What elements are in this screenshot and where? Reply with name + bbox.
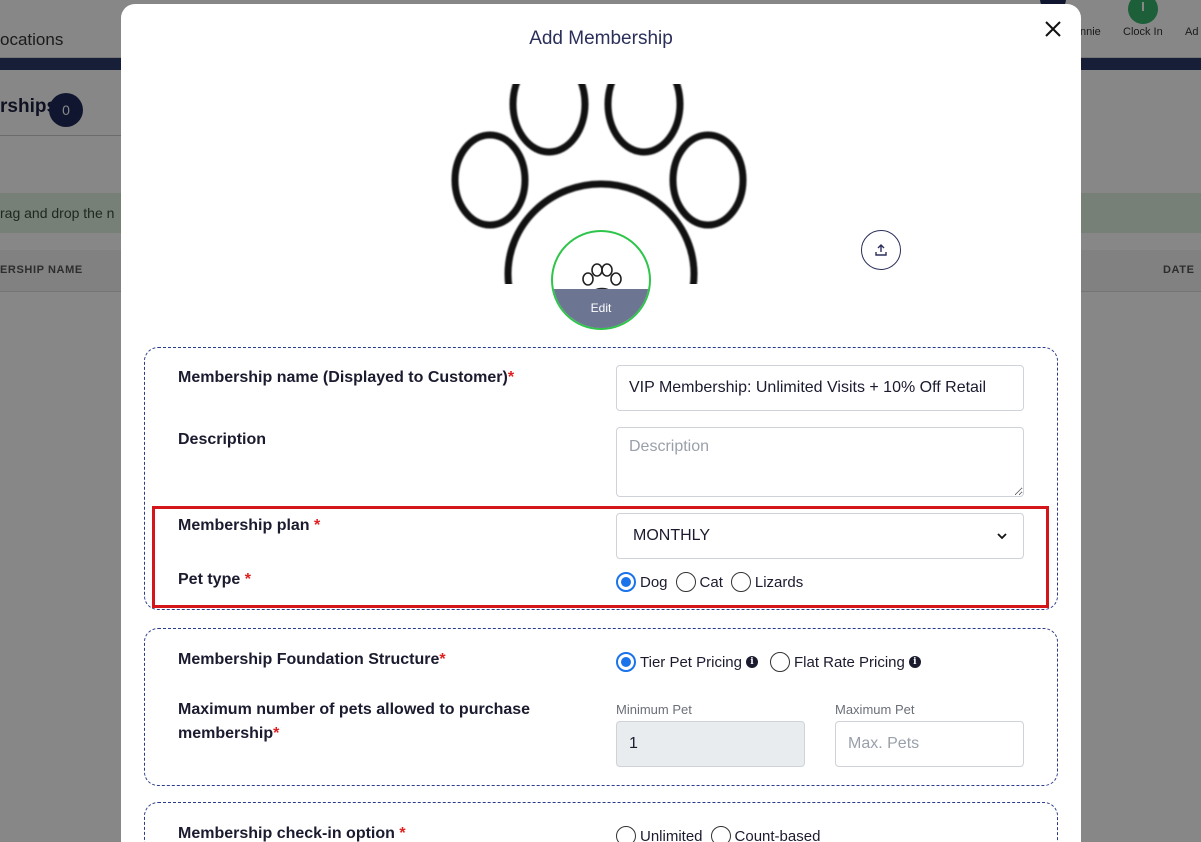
checkin-radio-group: Unlimited Count-based [616,826,828,842]
avatar-edit-label[interactable]: Edit [553,289,649,328]
minimum-pet-label: Minimum Pet [616,702,692,717]
membership-name-input[interactable] [616,365,1024,411]
description-label: Description [178,431,267,448]
info-icon[interactable]: i [745,656,758,668]
checkin-count-based-label[interactable]: Count-based [735,828,821,842]
required-mark: * [273,725,280,742]
checkin-count-based-radio[interactable] [710,826,731,842]
tier-pet-pricing-label[interactable]: Tier Pet Pricing [640,654,742,671]
membership-name-label: Membership name (Displayed to Customer)* [178,369,515,386]
flat-rate-pricing-radio[interactable] [769,652,790,672]
required-mark: * [507,369,515,386]
close-icon[interactable] [1041,17,1065,41]
tier-pet-pricing-radio[interactable] [616,652,636,672]
maximum-pet-input[interactable] [835,721,1024,767]
foundation-radio-group: Tier Pet Pricing i Flat Rate Pricing i [616,652,933,672]
modal-title: Add Membership [529,28,673,49]
required-mark: * [439,651,446,668]
foundation-structure-label: Membership Foundation Structure* [178,651,446,668]
info-icon[interactable]: i [908,656,921,668]
upload-image-button[interactable] [861,230,901,270]
flat-rate-pricing-label[interactable]: Flat Rate Pricing [794,654,905,671]
checkin-unlimited-radio[interactable] [616,826,636,842]
add-membership-modal: Add Membership Edit Membership name (Dis… [121,4,1081,842]
description-textarea[interactable] [616,427,1024,497]
checkin-unlimited-label[interactable]: Unlimited [640,828,703,842]
avatar-edit-button[interactable]: Edit [551,230,651,330]
max-pets-label: Maximum number of pets allowed to purcha… [178,701,531,742]
upload-icon [875,244,887,256]
minimum-pet-input[interactable] [616,721,805,767]
required-mark: * [399,825,406,842]
highlight-box [152,506,1049,608]
maximum-pet-label: Maximum Pet [835,702,915,717]
checkin-option-label: Membership check-in option * [178,825,406,842]
